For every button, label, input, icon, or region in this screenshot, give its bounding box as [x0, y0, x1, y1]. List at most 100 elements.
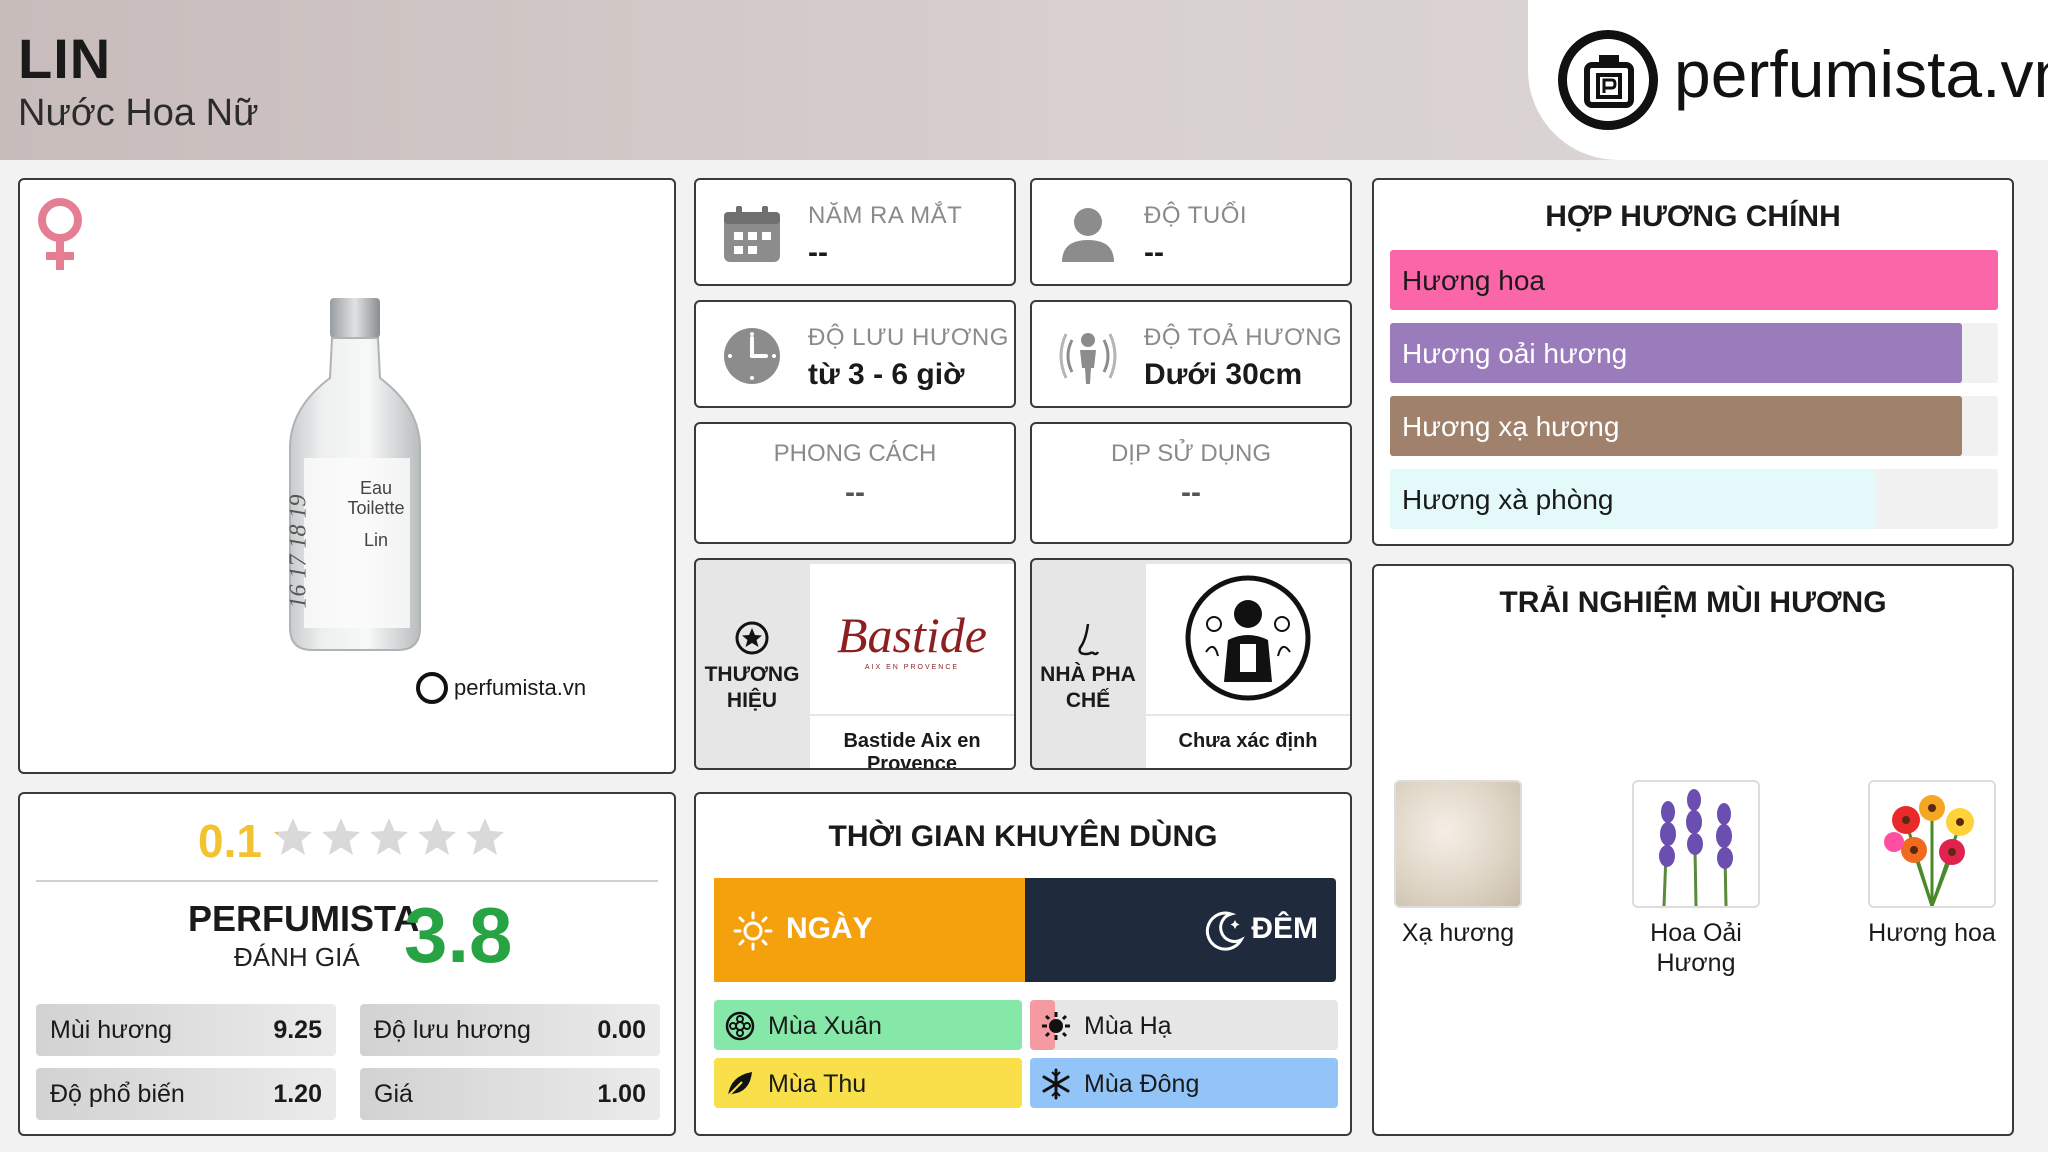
perfumer-name: Chưa xác định	[1178, 730, 1318, 752]
time-title: THỜI GIAN KHUYÊN DÙNG	[828, 820, 1218, 853]
summer-sun-icon	[1042, 1012, 1070, 1040]
sillage-icon	[1059, 333, 1117, 384]
recommended-time-card: THỜI GIAN KHUYÊN DÙNG NGÀY ĐÊM Mùa Xuân	[694, 792, 1352, 1136]
experience-item-floral[interactable]: Hương hoa	[1852, 780, 2012, 948]
metric-popularity-value: 1.20	[273, 1080, 322, 1108]
perfumista-label: PERFUMISTA	[188, 898, 420, 939]
experience-item-lavender[interactable]: Hoa Oải Hương	[1616, 780, 1776, 978]
spring-flower-icon	[725, 1011, 755, 1041]
brand-logo-text: Bastide	[837, 607, 987, 663]
autumn-leaf-icon	[727, 1072, 752, 1097]
metric-price-label: Giá	[374, 1080, 413, 1108]
release-year-label: NĂM RA MẮT	[808, 202, 963, 229]
accord-musk: Hương xạ hương	[1390, 396, 1998, 456]
season-spring: Mùa Xuân	[714, 1000, 1022, 1050]
star-icon	[322, 818, 360, 855]
perfumer-name-box: Chưa xác định	[1146, 716, 1350, 768]
moon-icon	[1205, 911, 1245, 951]
star-icon	[466, 818, 504, 855]
sun-icon	[733, 911, 773, 951]
metric-scent-value: 9.25	[273, 1016, 322, 1044]
night-label: ĐÊM	[1251, 912, 1318, 945]
main-accords-card: HỢP HƯƠNG CHÍNH Hương hoa Hương oải hươn…	[1372, 178, 2014, 546]
accord-lavender-label: Hương oải hương	[1402, 338, 1628, 369]
accord-soapy: Hương xà phòng	[1390, 469, 1998, 529]
style-value: --	[845, 476, 865, 509]
perfumer-card[interactable]: NHÀ PHA CHẾ Chưa xác định	[1030, 558, 1352, 770]
day-bar: NGÀY	[714, 878, 1025, 982]
nose-icon	[1078, 623, 1100, 656]
perfumista-logo-icon	[1558, 30, 1658, 130]
bottle-side-text: 16 17 18 19	[285, 494, 312, 609]
brand-side-label-line1: THƯƠNG	[704, 663, 800, 686]
user-score: 0.1	[198, 815, 262, 867]
brand-side-label-line2: HIỆU	[726, 689, 778, 712]
winter-snowflake-icon	[1042, 1068, 1070, 1100]
season-autumn-label: Mùa Thu	[768, 1070, 867, 1098]
accords-title: HỢP HƯƠNG CHÍNH	[1545, 200, 1841, 233]
season-autumn: Mùa Thu	[714, 1058, 1022, 1108]
page-header: LIN Nước Hoa Nữ perfumista.vn	[0, 0, 2048, 160]
style-label: PHONG CÁCH	[773, 440, 937, 467]
metric-popularity: Độ phổ biến 1.20	[36, 1068, 336, 1120]
bottle-label-toilette: Toilette	[347, 498, 405, 518]
season-summer-label: Mùa Hạ	[1084, 1012, 1172, 1040]
brand-card[interactable]: THƯƠNG HIỆU Bastide AIX EN PROVENCE Bast…	[694, 558, 1016, 770]
image-watermark: perfumista.vn	[416, 672, 586, 704]
product-image-card: Eau Toilette Lin 16 17 18 19 perfumista.…	[18, 178, 676, 774]
perfumer-side: NHÀ PHA CHẾ	[1032, 560, 1144, 768]
logo-text: perfumista.vn	[1674, 37, 2048, 111]
accord-soapy-label: Hương xà phòng	[1402, 484, 1614, 515]
occasion-label: DỊP SỬ DỤNG	[1110, 440, 1272, 467]
accord-musk-label: Hương xạ hương	[1402, 411, 1620, 442]
longevity-value: từ 3 - 6 giờ	[808, 358, 965, 391]
perfume-title: LIN	[18, 27, 112, 90]
age-label: ĐỘ TUỔI	[1144, 202, 1248, 229]
perfumista-mini-logo-icon	[416, 672, 448, 704]
occasion-card: DỊP SỬ DỤNG --	[1030, 422, 1352, 544]
scent-experience-card: TRẢI NGHIỆM MÙI HƯƠNG Xạ hương Hoa Oải H…	[1372, 564, 2014, 1136]
accord-floral-label: Hương hoa	[1402, 265, 1545, 296]
brand-logo-sub: AIX EN PROVENCE	[864, 664, 960, 671]
longevity-label: ĐỘ LƯU HƯƠNG	[808, 324, 1009, 351]
flowers-image	[1868, 780, 1996, 908]
metric-longevity-label: Độ lưu hương	[374, 1016, 531, 1044]
watermark-text: perfumista.vn	[454, 675, 587, 700]
calendar-icon	[724, 206, 780, 262]
release-year-value: --	[808, 236, 828, 269]
star-badge-icon	[735, 621, 769, 655]
clock-icon	[724, 328, 780, 384]
lavender-image	[1632, 780, 1760, 908]
style-card: PHONG CÁCH --	[694, 422, 1016, 544]
metric-price: Giá 1.00	[360, 1068, 660, 1120]
season-summer: Mùa Hạ	[1030, 1000, 1338, 1050]
rating-card: 0.1 PERFUMISTA ĐÁNH GIÁ 3.8 Mùi hương 9.…	[18, 792, 676, 1136]
sillage-label: ĐỘ TOẢ HƯƠNG	[1144, 324, 1343, 351]
metric-popularity-label: Độ phổ biến	[50, 1080, 185, 1108]
star-icon	[370, 818, 408, 855]
age-value: --	[1144, 236, 1164, 269]
experience-lavender-label: Hoa Oải Hương	[1650, 919, 1742, 977]
metric-longevity: Độ lưu hương 0.00	[360, 1004, 660, 1056]
perfume-category: Nước Hoa Nữ	[18, 92, 259, 134]
metric-price-value: 1.00	[597, 1080, 646, 1108]
user-star-rating	[272, 816, 506, 858]
perfumista-score: 3.8	[404, 891, 513, 979]
female-symbol-icon	[38, 198, 82, 270]
metric-scent-label: Mùi hương	[50, 1016, 173, 1044]
perfumer-illustration	[1146, 564, 1350, 714]
site-logo[interactable]: perfumista.vn	[1528, 0, 2048, 160]
experience-musk-label: Xạ hương	[1401, 919, 1515, 947]
person-icon	[1062, 208, 1114, 262]
star-icon	[418, 818, 456, 855]
brand-name: Bastide Aix en Provence	[843, 730, 981, 770]
product-bottle-image: Eau Toilette Lin 16 17 18 19	[280, 298, 430, 663]
release-year-card: NĂM RA MẮT --	[694, 178, 1016, 286]
rating-divider	[36, 880, 658, 882]
experience-item-musk[interactable]: Xạ hương	[1378, 780, 1538, 948]
accord-lavender: Hương oải hương	[1390, 323, 1998, 383]
perfumer-side-label-line1: NHÀ PHA	[1040, 663, 1136, 686]
occasion-value: --	[1181, 476, 1201, 509]
season-spring-label: Mùa Xuân	[768, 1012, 882, 1040]
perfumer-side-label-line2: CHẾ	[1065, 689, 1111, 712]
